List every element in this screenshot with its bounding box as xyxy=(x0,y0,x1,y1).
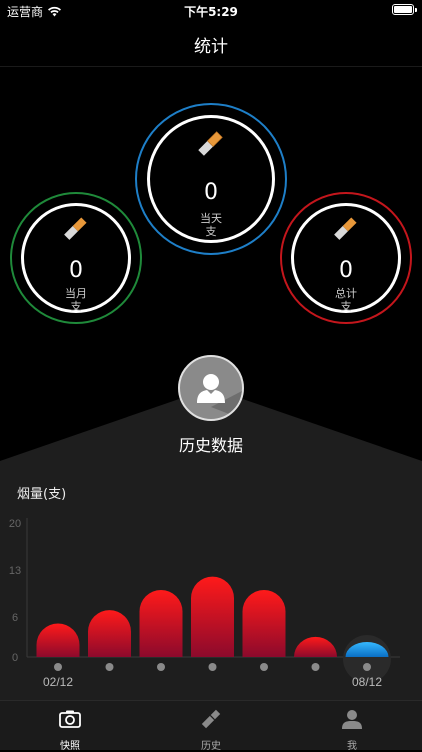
today-label: 当天 xyxy=(200,212,222,225)
tab-me[interactable]: 我 xyxy=(282,701,422,752)
x-axis-dot xyxy=(208,663,217,671)
today-gauge[interactable]: 0 当天 支 xyxy=(135,103,287,255)
month-count: 0 xyxy=(69,258,83,283)
x-tick-label: 02/12 xyxy=(43,675,73,689)
today-count: 0 xyxy=(204,180,218,205)
month-label: 当月 xyxy=(65,287,87,300)
total-unit: 支 xyxy=(340,300,352,313)
tab-snapshot[interactable]: 快照 xyxy=(0,701,140,752)
page-title: 统计 xyxy=(194,37,228,57)
smoking-bar-chart: 20 13 6 0 02/12 08/12 xyxy=(9,518,400,689)
month-gauge-ring: 0 当月 支 xyxy=(21,203,131,313)
person-icon xyxy=(197,374,242,419)
x-axis-dot xyxy=(157,663,165,671)
y-tick-label: 0 xyxy=(12,652,18,664)
x-axis-dot xyxy=(363,663,371,671)
chart-bar[interactable] xyxy=(88,610,131,657)
y-tick-label: 20 xyxy=(9,518,21,530)
x-axis-dot xyxy=(54,663,62,671)
battery-icon xyxy=(392,4,417,15)
chart-bar[interactable] xyxy=(294,636,337,657)
person-icon xyxy=(342,710,362,729)
x-tick-label: 08/12 xyxy=(352,675,382,689)
x-axis-dot xyxy=(311,663,320,671)
status-bar: 运营商 下午5:29 xyxy=(0,0,422,22)
month-gauge[interactable]: 0 当月 支 xyxy=(10,192,142,324)
total-count: 0 xyxy=(339,258,353,283)
cigarette-icon xyxy=(64,217,87,240)
history-label: 历史数据 xyxy=(178,436,243,455)
cigarette-icon xyxy=(198,131,223,156)
month-unit: 支 xyxy=(70,300,82,313)
camera-icon xyxy=(59,710,81,728)
cigarette-icon xyxy=(334,217,357,240)
today-unit: 支 xyxy=(205,225,217,238)
profile-avatar-button[interactable] xyxy=(178,355,244,421)
x-axis-dot xyxy=(260,663,268,671)
chart-bar[interactable] xyxy=(36,623,80,658)
y-tick-label: 6 xyxy=(12,612,18,624)
y-tick-label: 13 xyxy=(9,565,21,577)
tab-bar: 快照 历史 我 xyxy=(0,700,422,752)
total-gauge[interactable]: 0 总计 支 xyxy=(280,192,412,324)
nav-divider xyxy=(0,66,422,67)
cigarette-icon xyxy=(201,709,221,729)
chart-bar[interactable] xyxy=(139,590,183,657)
today-gauge-ring: 0 当天 支 xyxy=(147,115,275,243)
status-time: 下午5:29 xyxy=(184,5,238,19)
chart-bar[interactable] xyxy=(242,590,286,657)
total-gauge-ring: 0 总计 支 xyxy=(291,203,401,313)
x-axis-dot xyxy=(105,663,114,671)
chart-title: 烟量(支) xyxy=(17,487,67,502)
chart-bar[interactable] xyxy=(191,576,235,657)
total-label: 总计 xyxy=(335,287,357,300)
tab-history[interactable]: 历史 xyxy=(141,701,281,752)
